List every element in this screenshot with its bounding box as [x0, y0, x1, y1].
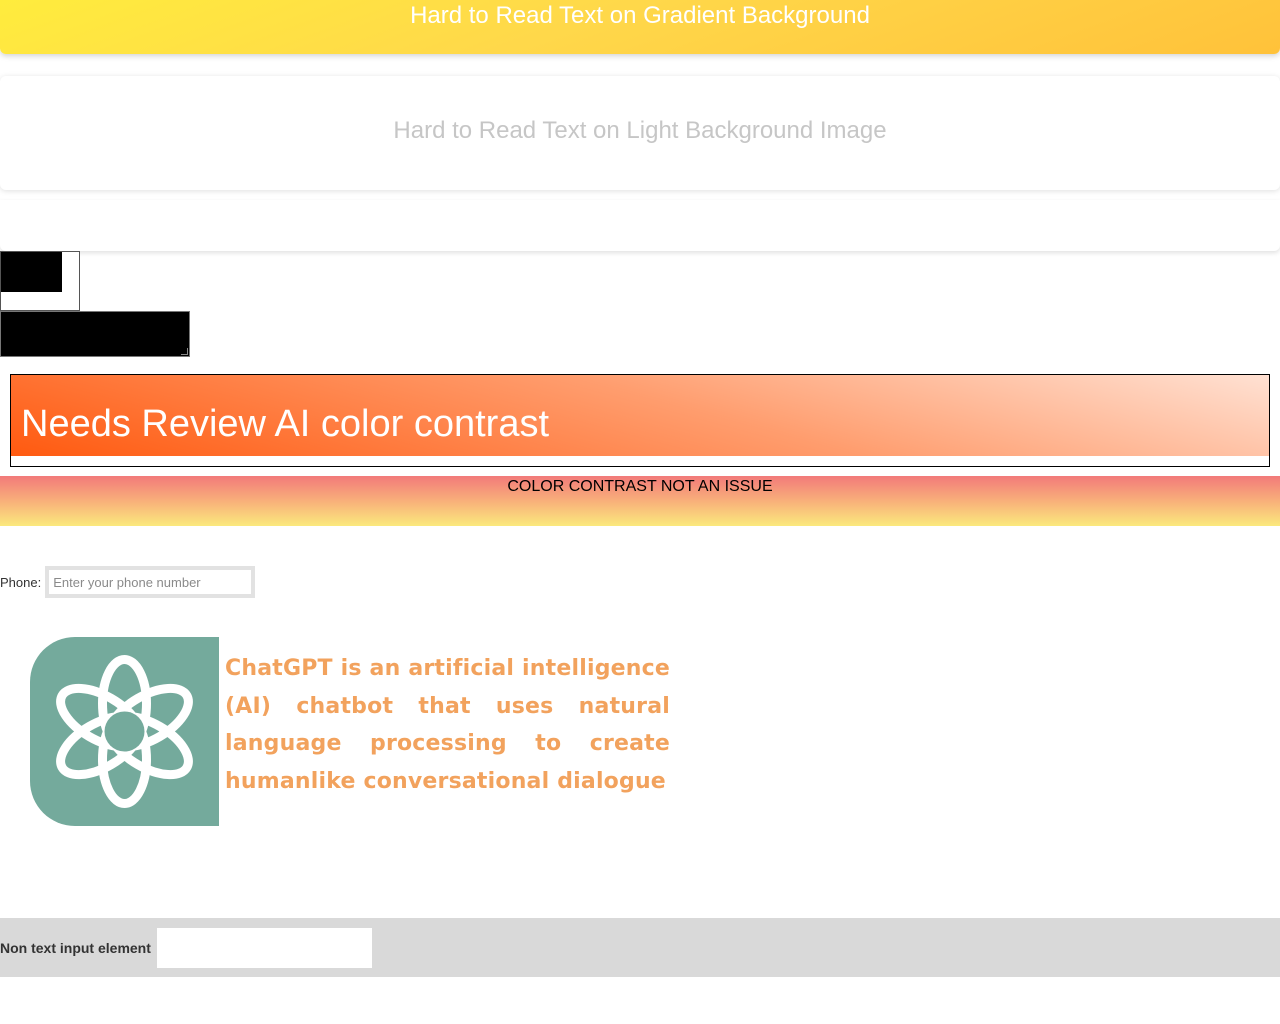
gradient-banner-text: Hard to Read Text on Gradient Background [410, 2, 870, 29]
needs-review-box: Needs Review AI color contrast [10, 374, 1270, 467]
phone-input[interactable]: Enter your phone number [45, 566, 256, 598]
black-select-box[interactable] [0, 251, 80, 311]
phone-field-row: Phone: Enter your phone number [0, 566, 256, 598]
phone-label: Phone: [0, 574, 42, 590]
light-background-card: Hard to Read Text on Light Background Im… [0, 76, 1280, 190]
openai-logo-icon [30, 637, 219, 826]
non-text-label: Non text input element [0, 939, 151, 956]
resize-grip-icon[interactable] [181, 348, 188, 355]
needs-review-text: Needs Review AI color contrast [21, 403, 550, 445]
phone-placeholder: Enter your phone number [53, 574, 201, 590]
light-card-text: Hard to Read Text on Light Background Im… [393, 117, 887, 144]
black-textarea[interactable] [0, 311, 190, 357]
gradient-banner: Hard to Read Text on Gradient Background [0, 0, 1280, 54]
empty-card [0, 200, 1280, 251]
contrast-band-text: COLOR CONTRAST NOT AN ISSUE [507, 478, 773, 495]
chatgpt-description: ChatGPT is an artificial intelligence (A… [225, 656, 670, 794]
non-text-input[interactable] [156, 927, 372, 968]
non-text-input-row: Non text input element [0, 918, 1280, 977]
select-fill [1, 252, 62, 292]
contrast-band: COLOR CONTRAST NOT AN ISSUE [0, 476, 1280, 526]
